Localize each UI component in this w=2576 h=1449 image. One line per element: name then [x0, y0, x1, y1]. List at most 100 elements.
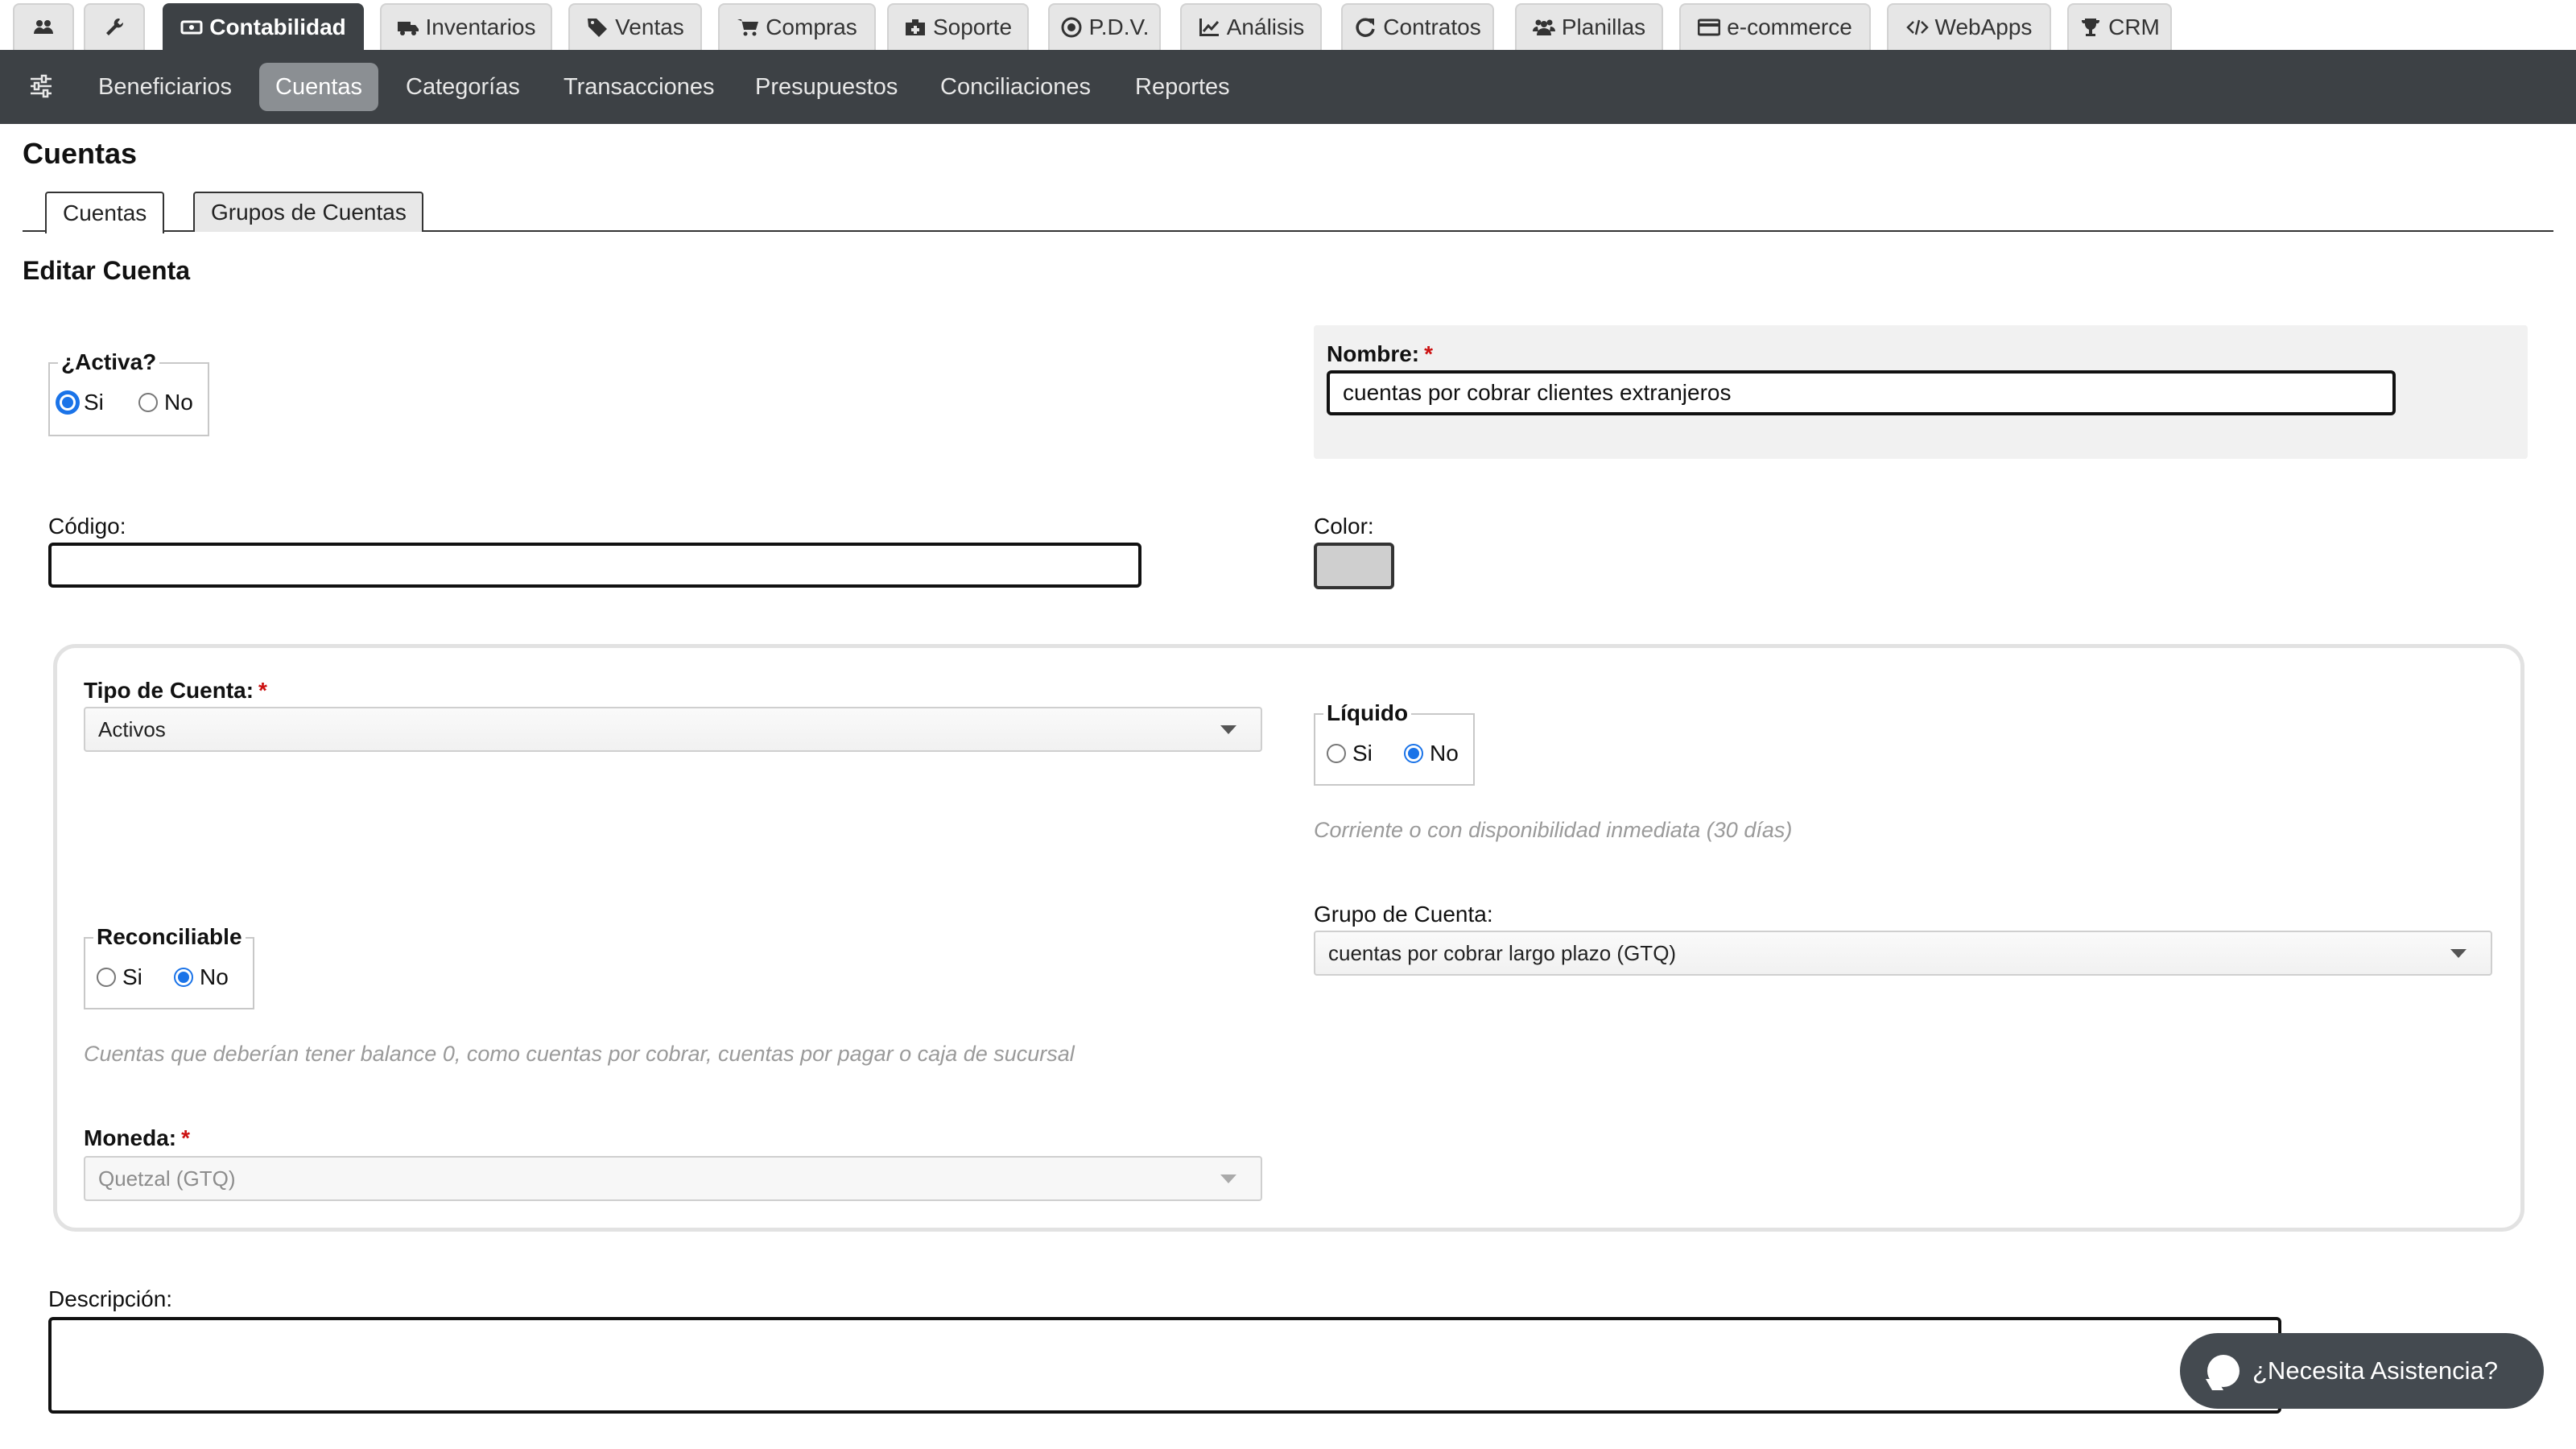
refresh-icon [1356, 18, 1376, 37]
moneda-label: Moneda: * [84, 1125, 191, 1150]
module-tab-settings[interactable] [84, 3, 145, 50]
module-tab-label: Compras [766, 14, 857, 39]
grupo-select[interactable]: cuentas por cobrar largo plazo (GTQ) [1314, 931, 2492, 976]
help-label: ¿Necesita Asistencia? [2252, 1356, 2498, 1385]
module-tab-label: Inventarios [425, 14, 536, 39]
liquido-legend: Líquido [1323, 700, 1412, 726]
module-tab-label: CRM [2108, 14, 2160, 39]
section-title: Editar Cuenta [23, 256, 191, 285]
chart-icon [1199, 19, 1219, 36]
activa-no-radio[interactable]: No [138, 390, 193, 415]
module-tab-planillas[interactable]: Planillas [1515, 3, 1663, 50]
module-tab-label: P.D.V. [1088, 14, 1150, 39]
moneda-value: Quetzal (GTQ) [98, 1166, 236, 1191]
radio-dot[interactable] [174, 968, 193, 987]
module-tab-label: WebApps [1934, 14, 2033, 39]
codigo-label: Código: [48, 514, 126, 539]
liquido-si-radio[interactable]: Si [1327, 741, 1373, 766]
activa-fieldset: ¿Activa? Si No [48, 349, 209, 436]
sliders-icon[interactable] [29, 74, 53, 98]
activa-legend: ¿Activa? [58, 349, 160, 375]
nombre-label: Nombre: * [1327, 341, 1434, 366]
subnav-conciliaciones[interactable]: Conciliaciones [924, 63, 1107, 111]
grupo-value: cuentas por cobrar largo plazo (GTQ) [1328, 940, 1677, 965]
module-tab-ecommerce[interactable]: e-commerce [1679, 3, 1871, 50]
chevron-down-icon [2450, 949, 2467, 958]
tab-cuentas[interactable]: Cuentas [45, 192, 164, 233]
chat-bubble-icon [2207, 1355, 2240, 1387]
descripcion-label: Descripción: [48, 1286, 173, 1311]
color-picker[interactable] [1314, 543, 1394, 589]
module-tab-webapps[interactable]: WebApps [1887, 3, 2051, 50]
liquido-no-radio[interactable]: No [1404, 741, 1459, 766]
subnav-reportes[interactable]: Reportes [1119, 63, 1246, 111]
radio-label: Si [1352, 741, 1373, 766]
module-tab-label: e-commerce [1727, 14, 1852, 39]
card-icon [1698, 19, 1721, 36]
tipo-label: Tipo de Cuenta: * [84, 678, 267, 703]
cart-icon [737, 19, 759, 36]
reconciliable-no-radio[interactable]: No [174, 964, 229, 990]
liquido-fieldset: Líquido Si No [1314, 700, 1475, 786]
module-tab-label: Planillas [1561, 14, 1646, 39]
module-tab-compras[interactable]: Compras [718, 3, 876, 50]
subnav-categorias[interactable]: Categorías [390, 63, 536, 111]
tipo-select[interactable]: Activos [84, 707, 1262, 752]
tipo-value: Activos [98, 716, 166, 741]
radio-dot[interactable] [1404, 744, 1423, 763]
radio-dot[interactable] [1327, 744, 1346, 763]
reconciliable-fieldset: Reconciliable Si No [84, 924, 254, 1009]
trophy-icon [2082, 19, 2100, 36]
module-tab-pdv[interactable]: P.D.V. [1048, 3, 1161, 50]
radio-dot[interactable] [138, 393, 158, 412]
module-tab-label: Contabilidad [209, 14, 346, 39]
activa-si-radio[interactable]: Si [58, 390, 104, 415]
module-tab-users[interactable] [13, 3, 74, 50]
medkit-icon [905, 19, 925, 35]
page-title: Cuentas [23, 137, 138, 170]
subnav-transacciones[interactable]: Transacciones [547, 63, 731, 111]
module-tab-crm[interactable]: CRM [2067, 3, 2172, 50]
subnav-bar: Beneficiarios Cuentas Categorías Transac… [0, 50, 2576, 124]
module-tab-analisis[interactable]: Análisis [1180, 3, 1322, 50]
truck-icon [397, 22, 419, 35]
wrench-icon [106, 18, 124, 35]
codigo-input[interactable] [48, 543, 1141, 588]
group-icon [1532, 19, 1555, 35]
grupo-label: Grupo de Cuenta: [1314, 902, 1493, 927]
module-tab-label: Ventas [615, 14, 684, 39]
descripcion-textarea[interactable] [48, 1317, 2281, 1414]
users-icon [34, 20, 53, 34]
module-tab-contabilidad[interactable]: Contabilidad [163, 3, 364, 50]
module-tab-contratos[interactable]: Contratos [1341, 3, 1494, 50]
help-button[interactable]: ¿Necesita Asistencia? [2180, 1333, 2544, 1409]
radio-dot[interactable] [58, 393, 77, 412]
reconciliable-si-radio[interactable]: Si [97, 964, 142, 990]
radio-label: Si [84, 390, 104, 415]
tag-icon [588, 19, 608, 37]
subnav-presupuestos[interactable]: Presupuestos [739, 63, 914, 111]
radio-dot[interactable] [97, 968, 116, 987]
tab-grupos-de-cuentas[interactable]: Grupos de Cuentas [193, 192, 423, 232]
liquido-hint: Corriente o con disponibilidad inmediata… [1314, 818, 1793, 842]
radio-label: Si [122, 964, 142, 989]
color-label: Color: [1314, 514, 1374, 539]
subnav-cuentas[interactable]: Cuentas [259, 63, 379, 111]
money-icon [180, 20, 203, 35]
moneda-select: Quetzal (GTQ) [84, 1156, 1262, 1201]
radio-label: No [164, 390, 193, 415]
module-tab-soporte[interactable]: Soporte [887, 3, 1029, 50]
module-tab-ventas[interactable]: Ventas [568, 3, 702, 50]
radio-label: No [200, 964, 229, 989]
reconciliable-hint: Cuentas que deberían tener balance 0, co… [84, 1042, 1075, 1066]
subnav-beneficiarios[interactable]: Beneficiarios [82, 63, 248, 111]
target-icon [1061, 17, 1082, 38]
code-icon [1905, 19, 1929, 35]
nombre-input[interactable]: cuentas por cobrar clientes extranjeros [1327, 370, 2396, 415]
module-tab-label: Contratos [1383, 14, 1481, 39]
module-tab-label: Soporte [932, 14, 1013, 39]
chevron-down-icon [1220, 725, 1236, 734]
module-tab-label: Análisis [1226, 14, 1305, 39]
module-tab-inventarios[interactable]: Inventarios [380, 3, 552, 50]
chevron-down-icon [1220, 1174, 1236, 1183]
